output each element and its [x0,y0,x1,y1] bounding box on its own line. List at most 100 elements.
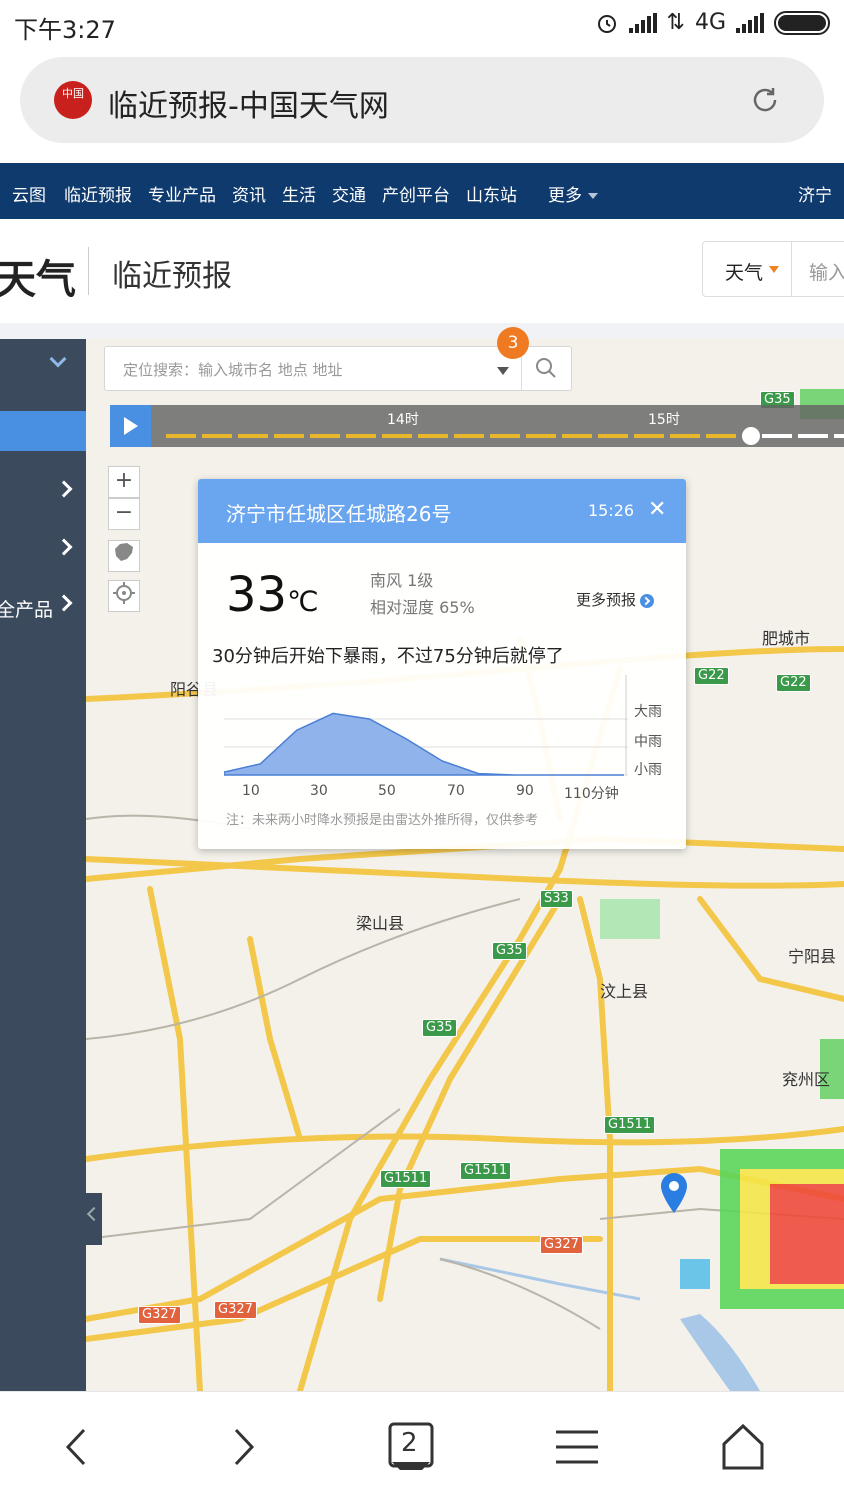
chevron-left-icon [86,1206,102,1222]
nav-item-platform[interactable]: 产创平台 [382,181,450,206]
temperature: 33℃ [226,567,319,623]
nav-item-nowcast[interactable]: 临近预报 [64,181,132,206]
nav-more-label: 更多 [548,186,582,206]
panel-collapse-handle[interactable] [86,1193,102,1245]
locate-button[interactable] [108,580,140,612]
china-map-button[interactable] [108,540,140,572]
history-dropdown-icon[interactable] [497,367,509,375]
x-tick: 10 [242,783,260,799]
alarm-icon [597,14,616,33]
back-icon[interactable] [52,1422,102,1472]
highway-shield: G327 [540,1236,583,1254]
data-arrows-icon: ⇅ [666,10,685,35]
x-tick: 30 [310,783,328,799]
nav-item-cloud[interactable]: 云图 [12,181,46,206]
highway-shield: G22 [776,674,811,692]
panel-item-active[interactable] [0,411,86,451]
location-pin-icon[interactable] [658,1171,690,1215]
brand-title[interactable]: 天气 [0,247,76,305]
humidity-info: 相对湿度 65% [370,598,475,617]
forecast-popup: 济宁市任城区任城路26号 15:26 ✕ 33℃ 南风 1级 相对湿度 65% … [198,479,686,849]
panel-item-products[interactable]: 全产品 [0,579,86,635]
notification-badge[interactable]: 3 [497,327,529,359]
header-search: 天气 输入 [702,241,844,297]
city-label: 宁阳县 [788,947,837,966]
panel-toggle[interactable] [0,339,86,395]
browser-toolbar: 2 [0,1391,844,1500]
rain-message: 30分钟后开始下暴雨，不过75分钟后就停了 [212,646,564,667]
nav-item-pro[interactable]: 专业产品 [148,181,216,206]
x-tick: 110分钟 [564,786,619,802]
more-forecast-label: 更多预报 [576,591,637,609]
locate-icon [113,582,135,604]
level-label-moderate: 中雨 [634,734,662,750]
chevron-down-icon [588,193,598,199]
search-icon[interactable] [535,357,557,379]
panel-item[interactable] [0,465,86,521]
battery-icon [774,10,830,35]
reload-icon[interactable] [748,83,782,117]
popup-time: 15:26 [588,501,635,520]
chevron-down-icon [49,350,67,368]
temperature-unit: ℃ [287,585,319,618]
nav-city[interactable]: 济宁 [798,181,832,206]
highway-shield: G327 [214,1301,257,1319]
timeline-label: 14时 [387,412,419,428]
section-title: 临近预报 [112,259,232,294]
rain-chart [224,675,628,776]
nav-item-news[interactable]: 资讯 [232,181,266,206]
popup-header: 济宁市任城区任城路26号 15:26 ✕ [198,479,686,543]
city-label: 兖州区 [782,1070,831,1089]
status-time: 下午3:27 [14,16,116,44]
zoom-out-button[interactable]: − [108,498,140,530]
forward-icon[interactable] [218,1422,268,1472]
signal-icon-2 [736,12,764,33]
rain-area [224,712,624,776]
x-tick: 90 [516,783,534,799]
timeline-track[interactable] [166,434,752,438]
status-bar: 下午3:27 ⇅ 4G [0,0,844,48]
site-logo: 中国 [54,81,92,119]
address-bar[interactable]: 中国 临近预报-中国天气网 [20,57,824,143]
temperature-value: 33 [226,567,288,623]
nav-item-life[interactable]: 生活 [282,181,316,206]
level-label-light: 小雨 [634,762,662,778]
play-button[interactable] [110,405,151,447]
panel-item[interactable] [0,523,86,579]
highway-shield: G1511 [460,1162,512,1180]
tabs-button[interactable]: 2 [386,1422,436,1472]
close-icon[interactable]: ✕ [648,497,666,522]
highway-shield: G327 [138,1306,181,1324]
chevron-right-icon [55,538,73,556]
timeline-label: 15时 [648,412,680,428]
city-label: 汶上县 [600,982,649,1001]
china-map-icon [115,543,133,561]
radar-timeline: 14时 15时 [110,405,844,447]
zoom-in-button[interactable]: + [108,466,140,498]
home-icon[interactable] [718,1422,768,1472]
nav-item-shandong[interactable]: 山东站 [466,181,517,206]
panel-item-label: 全产品 [0,599,54,621]
left-panel: 全产品 [0,339,86,1391]
menu-icon[interactable] [552,1422,602,1472]
popup-address: 济宁市任城区任城路26号 [226,502,452,526]
page-header: 天气 临近预报 天气 输入 [0,219,844,323]
timeline-handle[interactable] [742,427,760,445]
highway-shield: G22 [694,667,729,685]
location-search-input[interactable]: 定位搜索：输入城市名 地点 地址 [123,359,343,380]
site-nav: 云图 临近预报 专业产品 资讯 生活 交通 产创平台 山东站 更多 济宁 [0,163,844,219]
type-select[interactable]: 天气 [725,258,763,285]
header-search-input[interactable]: 输入 [809,258,844,285]
highway-shield: G35 [492,942,527,960]
city-label: 梁山县 [356,914,405,933]
highway-shield: S33 [540,890,573,908]
popup-note: 注：未来两小时降水预报是由雷达外推所得，仅供参考 [226,813,539,828]
nav-item-more[interactable]: 更多 [548,181,598,206]
nav-item-traffic[interactable]: 交通 [332,181,366,206]
more-forecast-link[interactable]: 更多预报 [576,589,655,610]
timeline-track-future[interactable] [762,434,844,438]
highway-shield: G35 [422,1019,457,1037]
header-divider [88,247,89,295]
page-title[interactable]: 临近预报-中国天气网 [108,81,389,125]
chevron-down-icon [769,266,779,273]
